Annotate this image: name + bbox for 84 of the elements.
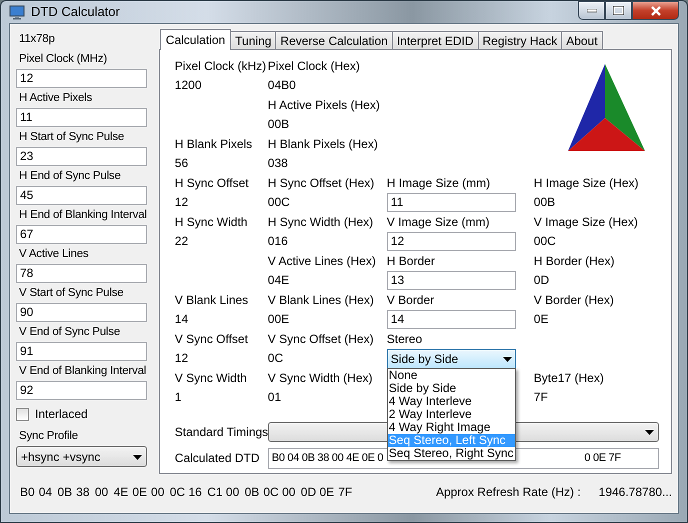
field-label: Byte17 (Hex)	[534, 370, 604, 387]
field-value: 00E	[268, 311, 290, 328]
field-label: H Border (Hex)	[534, 253, 614, 270]
window-title: DTD Calculator	[31, 3, 120, 22]
field-label: H Start of Sync Pulse	[18, 130, 124, 145]
field-label: V Sync Offset	[174, 331, 248, 348]
field-label: V Active Lines (Hex)	[268, 253, 376, 270]
status-byte: 0E	[320, 484, 336, 501]
field-label: Stereo	[386, 331, 422, 348]
field-label: V Sync Width	[174, 370, 247, 387]
field-value: 1200	[174, 77, 202, 94]
field-label: H Image Size (mm)	[386, 175, 490, 192]
status-byte: 04	[38, 484, 54, 501]
status-byte: C1	[207, 484, 224, 501]
field-label: H Image Size (Hex)	[534, 175, 638, 192]
field-label: V End of Blanking Interval	[18, 364, 146, 379]
status-byte: 4E	[114, 484, 130, 501]
status-byte: 7F	[338, 484, 354, 501]
field-label: Calculated DTD	[174, 450, 260, 467]
field-label: H Blank Pixels	[174, 136, 252, 153]
field-label: H End of Blanking Interval	[18, 208, 147, 223]
field-label: V Border (Hex)	[534, 292, 614, 309]
field-label: V Sync Offset (Hex)	[268, 331, 374, 348]
field-value: 0E	[534, 311, 548, 328]
field-label: H Sync Offset (Hex)	[268, 175, 374, 192]
field-value: 56	[174, 155, 188, 172]
field-label: Pixel Clock (Hex)	[268, 58, 360, 75]
field-value: 00B	[268, 116, 290, 133]
field-value: 01	[268, 389, 282, 406]
field-label: H End of Sync Pulse	[18, 169, 121, 184]
field-value: 0C	[268, 350, 284, 367]
field-label: V Border	[386, 292, 434, 309]
field-value: 00C	[534, 233, 556, 250]
field-value: 22	[174, 233, 188, 250]
field-label: V Active Lines	[18, 247, 88, 262]
field-label: H Sync Width	[174, 214, 248, 231]
field-label: V Sync Width (Hex)	[268, 370, 372, 387]
status-byte: 0B	[244, 484, 260, 501]
field-value: 12	[174, 194, 188, 211]
status-byte: B0	[20, 484, 36, 501]
field-value: 04E	[268, 272, 290, 289]
field-value: 0D	[534, 272, 550, 289]
field-value: 14	[174, 311, 188, 328]
status-byte: 0C	[170, 484, 186, 501]
field-label: Pixel Clock (kHz)	[174, 58, 266, 75]
field-value: B0 04 0B 38 00 4E 0E 0	[272, 450, 384, 466]
field-label: H Active Pixels (Hex)	[268, 97, 380, 114]
field-label: H Active Pixels	[18, 91, 92, 106]
field-label: Sync Profile	[18, 429, 78, 444]
field-value: 0 0E 7F	[584, 450, 622, 466]
field-value: 016	[268, 233, 288, 250]
status-byte: 0C	[263, 484, 280, 501]
status-byte: 00	[151, 484, 166, 501]
field-label: V Image Size (mm)	[386, 214, 490, 231]
field-value: 00C	[268, 194, 290, 211]
field-label: V Blank Lines (Hex)	[268, 292, 374, 309]
checkbox-label: Interlaced	[35, 406, 88, 423]
status-byte: 0E	[132, 484, 148, 501]
field-label: Pixel Clock (MHz)	[18, 52, 107, 67]
field-label: H Blank Pixels (Hex)	[268, 136, 378, 153]
field-label: V End of Sync Pulse	[18, 325, 120, 340]
status-byte: 00	[282, 484, 296, 501]
status-byte: 00	[94, 484, 110, 501]
field-label: H Sync Width (Hex)	[268, 214, 374, 231]
mode-label: 11x78p	[18, 32, 55, 47]
field-value: 7F	[534, 389, 548, 406]
field-label: Standard Timings	[174, 424, 268, 441]
field-label: V Blank Lines	[174, 292, 248, 309]
status-byte: 0B	[57, 484, 74, 501]
field-label: H Border	[386, 253, 435, 270]
field-label: V Start of Sync Pulse	[18, 286, 124, 301]
field-value: 12	[174, 350, 188, 367]
field-label: V Image Size (Hex)	[534, 214, 638, 231]
refresh-rate-value: 1946.78780...	[598, 484, 672, 501]
status-byte: 00	[226, 484, 240, 501]
field-value: 1	[174, 389, 182, 406]
refresh-rate-label: Approx Refresh Rate (Hz) :	[436, 484, 581, 501]
field-value: 038	[268, 155, 288, 172]
status-byte: 16	[188, 484, 203, 501]
field-label: H Sync Offset	[174, 175, 249, 192]
status-byte: 38	[76, 484, 91, 501]
field-value: 00B	[534, 194, 556, 211]
field-value: 04B0	[268, 77, 296, 94]
status-byte: 0D	[300, 484, 318, 501]
